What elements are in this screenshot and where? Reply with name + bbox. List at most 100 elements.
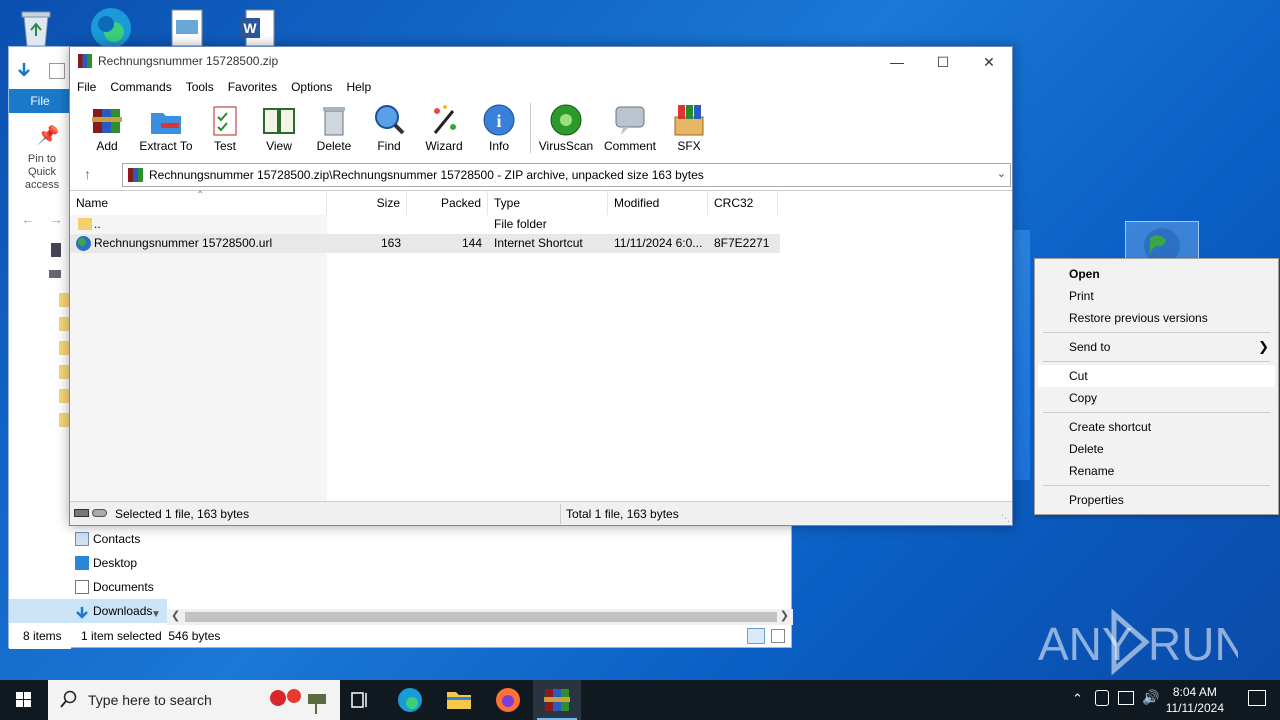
toolbar-info-button[interactable]: i Info [480, 101, 518, 157]
archive-icon [128, 168, 143, 182]
menu-separator [1043, 361, 1270, 362]
toolbar-virusscan-button[interactable]: VirusScan [538, 101, 594, 157]
menu-item-create-shortcut[interactable]: Create shortcut [1038, 416, 1275, 438]
tray-chevron-up-icon[interactable]: ⌃ [1072, 691, 1083, 707]
drive-icon [74, 509, 89, 517]
winrar-titlebar[interactable]: Rechnungsnummer 15728500.zip — ☐ ✕ [70, 47, 1012, 77]
chevron-down-icon[interactable]: ⌄ [997, 167, 1006, 180]
taskbar-edge-button[interactable] [386, 680, 434, 720]
toolbar-test-button[interactable]: Test [204, 101, 246, 157]
winrar-window: Rechnungsnummer 15728500.zip — ☐ ✕ File C… [69, 46, 1013, 526]
address-bar-row: ↑ Rechnungsnummer 15728500.zip\Rechnungs… [70, 162, 1012, 188]
menu-item-properties[interactable]: Properties [1038, 489, 1275, 511]
tray-clock[interactable]: 8:04 AM 11/11/2024 [1166, 684, 1224, 716]
menu-options[interactable]: Options [284, 77, 339, 97]
large-icons-view-icon[interactable] [771, 629, 785, 643]
table-row[interactable]: .. File folder [70, 215, 780, 234]
toolbar-wizard-button[interactable]: Wizard [422, 101, 466, 157]
menu-tools[interactable]: Tools [179, 77, 221, 97]
horizontal-scrollbar[interactable]: ❮ ❯ [167, 609, 793, 625]
nav-item-downloads[interactable]: Downloads [9, 599, 167, 623]
column-header-modified[interactable]: Modified [608, 191, 708, 215]
nav-item-documents[interactable]: Documents [71, 575, 167, 599]
globe-shortcut-desktop-icon[interactable] [1125, 221, 1199, 264]
maximize-button[interactable]: ☐ [920, 47, 966, 77]
menu-item-cut[interactable]: Cut [1038, 365, 1275, 387]
file-list: Name ⌃ Size Packed Type Modified CRC32 .… [70, 190, 1012, 503]
column-header-packed[interactable]: Packed [407, 191, 488, 215]
menu-file[interactable]: File [70, 77, 103, 97]
nav-item-contacts[interactable]: Contacts [71, 527, 167, 551]
recycle-bin-icon[interactable] [14, 6, 58, 50]
toolbar-comment-button[interactable]: Comment [600, 101, 660, 157]
menu-item-delete[interactable]: Delete [1038, 438, 1275, 460]
menu-item-rename[interactable]: Rename [1038, 460, 1275, 482]
contacts-icon [75, 532, 89, 546]
back-arrow-icon[interactable]: ← [21, 211, 35, 227]
menu-help[interactable]: Help [339, 77, 378, 97]
toolbar-find-button[interactable]: Find [368, 101, 410, 157]
menu-commands[interactable]: Commands [103, 77, 178, 97]
test-clipboard-icon [208, 103, 242, 137]
start-button[interactable] [0, 680, 48, 720]
close-button[interactable]: ✕ [966, 47, 1012, 77]
pin-to-quick-access-button[interactable]: Pin to Quick access [13, 153, 71, 192]
scrollbar-thumb[interactable] [185, 612, 777, 622]
tray-defender-icon[interactable] [1095, 690, 1109, 706]
column-label: Type [494, 196, 521, 210]
table-row[interactable]: Rechnungsnummer 15728500.url 163 144 Int… [70, 234, 780, 253]
taskbar-winrar-button[interactable] [533, 680, 581, 720]
pin-icon: 📌 [37, 125, 60, 145]
taskbar-file-explorer-button[interactable] [435, 680, 483, 720]
up-arrow-icon[interactable]: ↑ [84, 166, 91, 182]
menu-favorites[interactable]: Favorites [221, 77, 284, 97]
tray-network-icon[interactable] [1118, 691, 1134, 705]
menu-item-print[interactable]: Print [1038, 285, 1275, 307]
magnifier-icon [372, 103, 406, 137]
toolbar-label: SFX [677, 139, 701, 153]
toolbar-add-button[interactable]: Add [86, 101, 128, 157]
address-bar[interactable]: Rechnungsnummer 15728500.zip\Rechnungsnu… [122, 163, 1011, 187]
menu-item-copy[interactable]: Copy [1038, 387, 1275, 409]
explorer-file-tab[interactable]: File [9, 89, 71, 113]
svg-text:W: W [243, 20, 257, 36]
menu-item-restore-previous-versions[interactable]: Restore previous versions [1038, 307, 1275, 329]
documents-icon [75, 580, 89, 594]
column-header-name[interactable]: Name ⌃ [70, 190, 327, 215]
toolbar-label: Delete [316, 139, 352, 153]
scroll-right-arrow[interactable]: ❯ [780, 609, 789, 622]
nav-item-label: Contacts [93, 532, 141, 546]
toolbar-extract-to-button[interactable]: Extract To [136, 101, 196, 157]
notification-icon[interactable] [1248, 690, 1266, 706]
task-view-button[interactable] [336, 680, 384, 720]
status-total: Total 1 file, 163 bytes [566, 507, 679, 521]
tray-volume-icon[interactable]: 🔊 [1142, 689, 1159, 706]
details-view-icon[interactable] [747, 628, 765, 644]
vertical-scroll-down-arrow[interactable]: ▼ [151, 609, 161, 620]
menu-item-open[interactable]: Open [1038, 263, 1275, 285]
column-header-type[interactable]: Type [488, 191, 608, 215]
key-icon [92, 509, 107, 517]
explorer-status-bar: 8 items 1 item selected 546 bytes [9, 625, 791, 647]
toolbar-sfx-button[interactable]: SFX [668, 101, 710, 157]
toolbar-view-button[interactable]: View [256, 101, 302, 157]
scroll-left-arrow[interactable]: ❮ [171, 609, 180, 622]
resize-grip-icon[interactable]: ⋱ [1001, 513, 1010, 524]
taskbar-search-box[interactable]: Type here to search [48, 680, 340, 720]
nav-item-desktop[interactable]: Desktop [71, 551, 167, 575]
taskbar-firefox-button[interactable] [484, 680, 532, 720]
cell-size: 163 [380, 236, 401, 250]
winrar-app-icon [78, 54, 92, 68]
tree-item-icon [49, 270, 61, 278]
properties-check-icon[interactable] [49, 63, 65, 79]
forward-arrow-icon[interactable]: → [49, 211, 63, 227]
column-header-size[interactable]: Size [327, 191, 407, 215]
menu-item-send-to[interactable]: Send to ❯ [1038, 336, 1275, 358]
menu-separator [1043, 485, 1270, 486]
minimize-button[interactable]: — [874, 47, 920, 77]
toolbar-delete-button[interactable]: Delete [312, 101, 356, 157]
column-header-crc32[interactable]: CRC32 [708, 191, 778, 215]
edge-desktop-icon[interactable] [86, 4, 131, 48]
toolbar-label: Comment [603, 139, 656, 153]
download-arrow-icon[interactable] [15, 61, 33, 79]
